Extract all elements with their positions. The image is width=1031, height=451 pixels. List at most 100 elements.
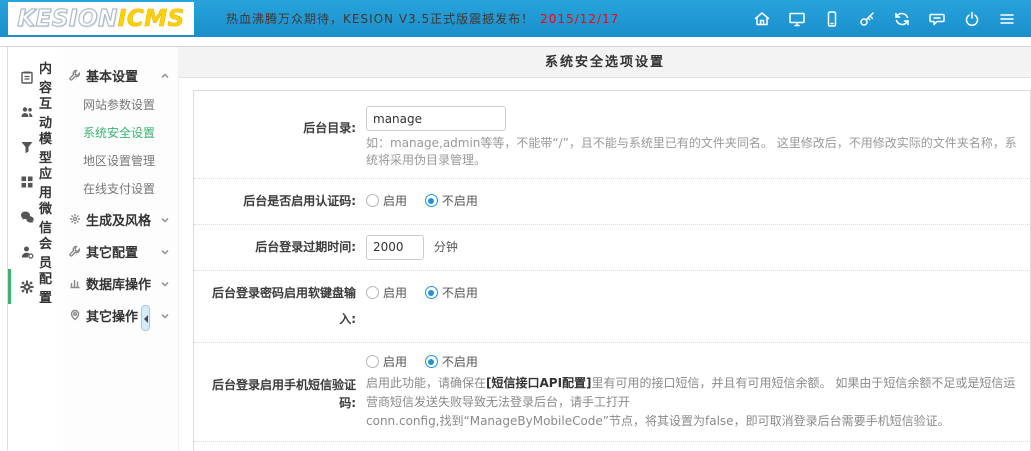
field-label: 后台登录启用手机短信验证码:: [198, 352, 366, 431]
menu-group-basic-settings[interactable]: 基本设置: [63, 59, 178, 91]
left-edge-divider: [0, 47, 8, 450]
nav-item-content[interactable]: 内容: [8, 59, 63, 94]
page-title: 系统安全选项设置: [179, 47, 1031, 78]
menu-group-label: 其它配置: [86, 242, 138, 261]
radio-icon[interactable]: [366, 355, 379, 368]
radio-icon[interactable]: [366, 286, 379, 299]
chart-icon: [69, 277, 81, 289]
key-icon[interactable]: [857, 9, 877, 29]
radio-option-enable[interactable]: 启用: [366, 355, 407, 369]
logo-text-secondary: ICMS: [118, 6, 185, 32]
menu-group-label: 其它操作: [86, 306, 138, 325]
refresh-icon[interactable]: [892, 9, 912, 29]
sidebar-collapse-handle[interactable]: [141, 305, 150, 331]
announcement: 热血沸腾万众期待，KESION V3.5正式版震撼发布！ 2015/12/17: [226, 10, 619, 27]
main-area: 系统安全选项设置 后台目录: 如：manage,admin等等，不能带“/”，且…: [179, 47, 1031, 450]
menu-icon[interactable]: [997, 9, 1017, 29]
menu-group-generate-style[interactable]: 生成及风格: [63, 203, 178, 235]
nav-item-config[interactable]: 配置: [8, 269, 63, 304]
radio-selected-icon[interactable]: [425, 194, 438, 207]
nav-item-model[interactable]: 模型: [8, 129, 63, 164]
description-text: conn.config,找到“ManageByMobileCode”节点，将其设…: [366, 414, 950, 428]
logo-text-primary: KESION: [17, 6, 117, 32]
nav-item-label: 互动: [39, 93, 63, 131]
field-label: 后台目录:: [198, 106, 366, 168]
nav-item-apps[interactable]: 应用: [8, 164, 63, 199]
form-row-backend-captcha: 后台是否启用认证码: 启用 不启用: [194, 179, 1030, 225]
field-hint: 如：manage,admin等等，不能带“/”，且不能与系统里已有的文件夹同名。…: [366, 134, 1018, 168]
form-row-soft-keyboard: 后台登录密码启用软键盘输入: 启用 不启用: [194, 271, 1030, 343]
radio-label: 不启用: [442, 355, 478, 369]
radio-label: 启用: [383, 355, 407, 369]
radio-icon[interactable]: [366, 194, 379, 207]
announcement-date: 2015/12/17: [540, 12, 619, 26]
field-label: 后台登录密码启用软键盘输入:: [198, 280, 366, 332]
description-text: 启用此功能，请确保在: [366, 376, 486, 390]
chevron-down-icon: [160, 246, 170, 256]
menu-group-label: 生成及风格: [86, 210, 151, 229]
menu-item-online-payment[interactable]: 在线支付设置: [63, 175, 178, 203]
clipboard-icon: [20, 70, 34, 84]
radio-label: 不启用: [442, 194, 478, 208]
radio-option-disable[interactable]: 不启用: [425, 286, 478, 300]
field-unit: 分钟: [434, 240, 458, 254]
login-expire-input[interactable]: [366, 235, 424, 260]
form-row-captcha-pages: 需要验证码的页面: 后台登录 会员注册 会员登录 会员取回密码 申请友情链接 发…: [194, 442, 1030, 451]
page-body: 内容 互动 模型 应用 微信 会员 配置 基本设置: [0, 46, 1031, 450]
menu-item-region-settings[interactable]: 地区设置管理: [63, 147, 178, 175]
menu-group-label: 数据库操作: [86, 274, 151, 293]
menu-group-database-ops[interactable]: 数据库操作: [63, 267, 178, 299]
radio-selected-icon[interactable]: [425, 286, 438, 299]
wrench-icon: [69, 69, 81, 81]
monitor-icon[interactable]: [787, 9, 807, 29]
menu-group-label: 基本设置: [86, 66, 138, 85]
radio-selected-icon[interactable]: [425, 355, 438, 368]
radio-label: 不启用: [442, 286, 478, 300]
field-label: 后台登录过期时间:: [198, 234, 366, 260]
announcement-text: 热血沸腾万众期待，KESION V3.5正式版震撼发布！: [226, 12, 534, 26]
logo[interactable]: KESIONICMS: [8, 2, 194, 35]
nav-item-members[interactable]: 会员: [8, 234, 63, 269]
radio-label: 启用: [383, 286, 407, 300]
radio-option-enable[interactable]: 启用: [366, 194, 407, 208]
nav-item-interact[interactable]: 互动: [8, 94, 63, 129]
funnel-icon: [20, 140, 34, 154]
primary-nav: 内容 互动 模型 应用 微信 会员 配置: [8, 47, 63, 450]
chevron-up-icon: [160, 70, 170, 80]
nav-item-label: 微信: [39, 198, 63, 236]
menu-item-system-security[interactable]: 系统安全设置: [63, 119, 178, 147]
nav-item-label: 内容: [39, 58, 63, 96]
member-icon: [20, 245, 34, 259]
mobile-icon[interactable]: [822, 9, 842, 29]
secondary-nav: 基本设置 网站参数设置 系统安全设置 地区设置管理 在线支付设置 生成及风格 其…: [63, 47, 179, 450]
nav-item-wechat[interactable]: 微信: [8, 199, 63, 234]
wechat-icon: [20, 210, 34, 224]
settings-panel: 后台目录: 如：manage,admin等等，不能带“/”，且不能与系统里已有的…: [193, 90, 1031, 451]
nav-item-label: 会员: [39, 233, 63, 271]
radio-option-disable[interactable]: 不启用: [425, 194, 478, 208]
menu-group-other-ops[interactable]: 其它操作: [63, 299, 178, 331]
power-icon[interactable]: [962, 9, 982, 29]
menu-group-other-config[interactable]: 其它配置: [63, 235, 178, 267]
pin-icon: [69, 309, 81, 321]
backend-dir-input[interactable]: [366, 106, 506, 131]
radio-option-enable[interactable]: 启用: [366, 286, 407, 300]
nav-item-label: 配置: [39, 268, 63, 306]
form-row-backend-dir: 后台目录: 如：manage,admin等等，不能带“/”，且不能与系统里已有的…: [194, 97, 1030, 179]
radio-option-disable[interactable]: 不启用: [425, 355, 478, 369]
form-row-sms-verify: 后台登录启用手机短信验证码: 启用 不启用 启用此功能，请确保在[短信接口API…: [194, 343, 1030, 442]
menu-item-site-params[interactable]: 网站参数设置: [63, 91, 178, 119]
nav-item-label: 应用: [39, 163, 63, 201]
chevron-down-icon: [160, 278, 170, 288]
form-row-login-expire: 后台登录过期时间: 分钟: [194, 225, 1030, 271]
home-icon[interactable]: [752, 9, 772, 29]
sms-api-config-link[interactable]: [短信接口API配置]: [486, 376, 592, 390]
chevron-down-icon: [160, 214, 170, 224]
users-icon: [20, 105, 34, 119]
nav-item-label: 模型: [39, 128, 63, 166]
radio-label: 启用: [383, 194, 407, 208]
gear-icon: [20, 280, 34, 294]
field-label: 后台是否启用认证码:: [198, 188, 366, 214]
gear-flower-icon: [69, 213, 81, 225]
comment-icon[interactable]: [927, 9, 947, 29]
